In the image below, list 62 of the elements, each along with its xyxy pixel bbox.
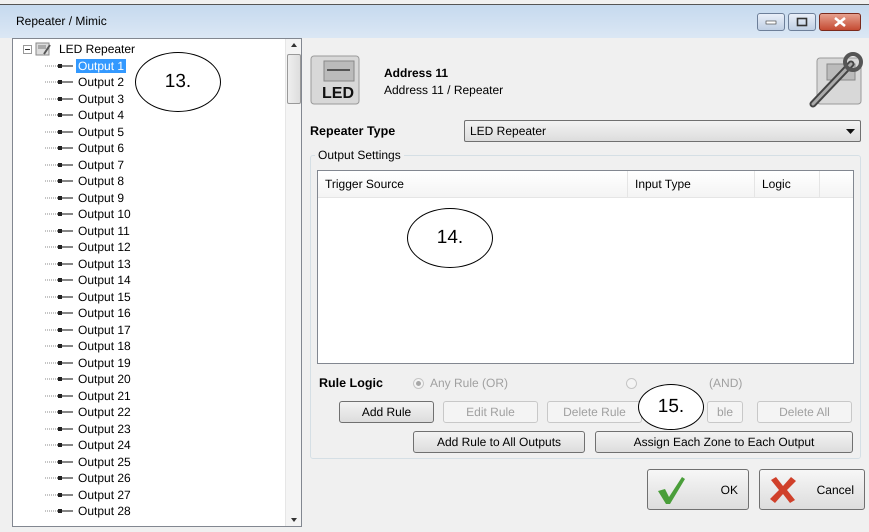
tree-item[interactable]: Output 17 [76, 322, 133, 337]
radio-label: Any Rule (OR) [430, 376, 508, 390]
tree-item[interactable]: Output 21 [76, 388, 133, 403]
window-title: Repeater / Mimic [16, 14, 107, 30]
tree-item[interactable]: Output 19 [76, 356, 133, 370]
dropdown-caret-icon [846, 128, 855, 134]
tree-item[interactable]: Output 11 [76, 224, 132, 238]
column-header[interactable]: Input Type [628, 171, 755, 197]
tree-item[interactable]: Output 3 [76, 92, 126, 106]
tree-item[interactable]: Output 22 [76, 405, 133, 420]
close-button[interactable] [819, 13, 861, 31]
callout-label: 15. [638, 384, 704, 430]
cancel-button[interactable]: Cancel [759, 469, 865, 510]
group-title: Output Settings [315, 148, 404, 162]
tree-item[interactable]: Output 7 [76, 158, 126, 172]
tree-item[interactable]: Output 8 [76, 174, 126, 188]
radio-label: (AND) [709, 376, 742, 390]
maximize-icon [796, 17, 808, 27]
collapse-toggle-icon[interactable] [23, 44, 32, 54]
rule-logic-label: Rule Logic [319, 376, 384, 390]
scrollbar-thumb[interactable] [286, 54, 300, 104]
tree-item[interactable]: Output 9 [76, 190, 126, 205]
tree-item[interactable]: Output 2 [76, 75, 126, 90]
cross-icon [768, 474, 798, 504]
tree-item[interactable]: Output 13 [76, 256, 133, 271]
panel-wrench-icon [807, 52, 863, 110]
minimize-button[interactable] [757, 13, 785, 31]
tree-item[interactable]: Output 24 [76, 438, 133, 452]
tree-item[interactable]: Output 18 [76, 339, 133, 354]
device-name: Address 11 [384, 66, 450, 80]
minimize-icon [765, 19, 777, 25]
maximize-button[interactable] [788, 13, 816, 31]
action-button[interactable]: Add Rule to All Outputs [413, 431, 585, 453]
action-button[interactable]: Add Rule [339, 401, 434, 423]
tree-item[interactable]: Output 16 [76, 306, 133, 320]
scroll-up-icon[interactable] [290, 42, 298, 48]
tree-item[interactable]: Output 4 [76, 108, 126, 122]
tree-item[interactable]: Output 26 [76, 471, 133, 486]
action-button[interactable]: Assign Each Zone to Each Output [595, 431, 853, 453]
tree-item[interactable]: Output 27 [76, 488, 133, 502]
tree-item[interactable]: Output 20 [76, 372, 133, 386]
close-icon [833, 17, 847, 27]
tree-item[interactable]: LED Repeater [57, 42, 138, 56]
tree-item[interactable]: Output 14 [76, 273, 133, 288]
tree-item[interactable]: Output 28 [76, 504, 133, 518]
tree-item[interactable]: Output 10 [76, 207, 133, 222]
led-label: LED [322, 85, 354, 103]
column-header[interactable]: Logic [755, 171, 820, 197]
tree-item[interactable]: Output 25 [76, 454, 133, 469]
device-path: Address 11 / Repeater [384, 82, 504, 96]
repeater-type-label: Repeater Type [310, 124, 396, 138]
tree-item[interactable]: Output 5 [76, 124, 126, 139]
tree-item[interactable]: Output 23 [76, 422, 133, 436]
tree-item[interactable]: Output 6 [76, 141, 126, 156]
repeater-type-dropdown[interactable]: LED Repeater [464, 120, 861, 142]
device-icon [35, 42, 51, 56]
ok-button[interactable]: OK [647, 469, 749, 510]
column-header[interactable]: Trigger Source [318, 171, 628, 197]
checkmark-icon [656, 474, 686, 504]
tree-item[interactable]: Output 15 [76, 290, 133, 304]
scroll-down-icon[interactable] [290, 517, 298, 523]
tree-item[interactable]: Output 12 [76, 240, 133, 254]
